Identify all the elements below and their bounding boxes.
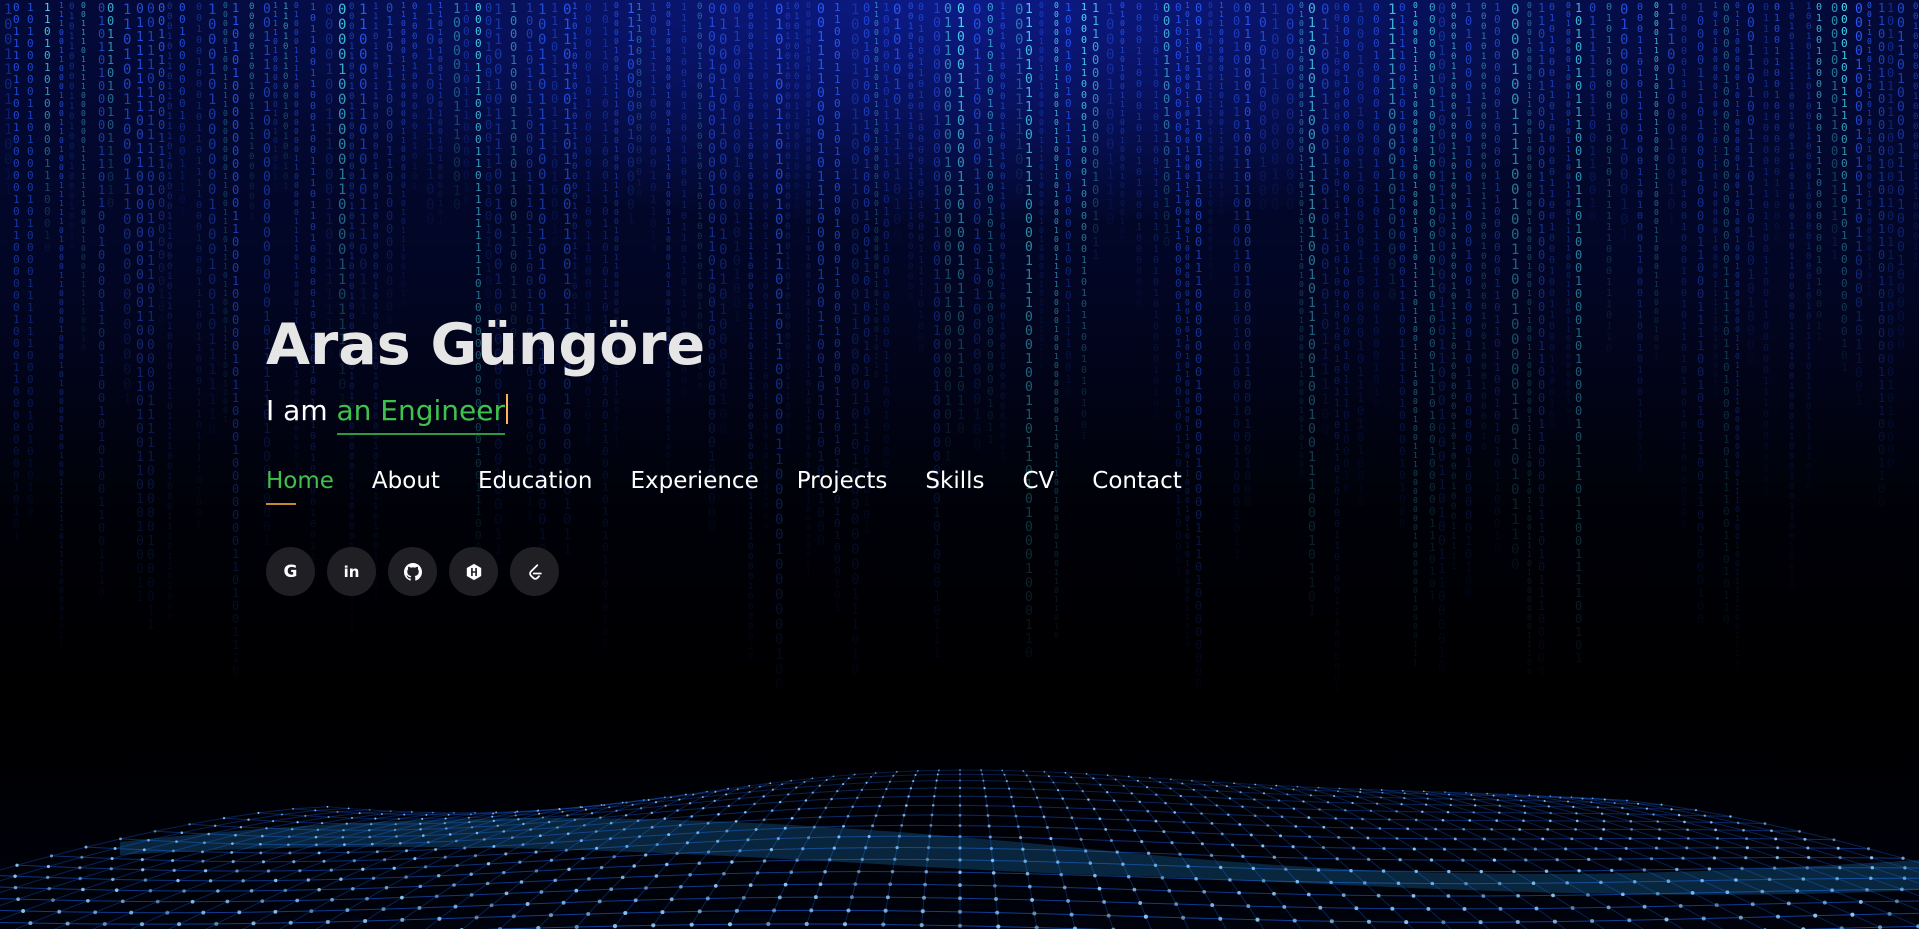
google-icon: G <box>284 562 298 582</box>
hackerrank-icon <box>466 563 481 580</box>
tagline-prefix: I am <box>266 394 337 427</box>
nav-item-about[interactable]: About <box>372 465 440 497</box>
nav-item-cv[interactable]: CV <box>1022 465 1054 497</box>
leetcode-icon <box>528 563 542 580</box>
leetcode-link[interactable] <box>510 547 559 596</box>
hero-background: 1001101110011001110110010000010110000001… <box>0 0 1919 929</box>
nav-item-skills[interactable]: Skills <box>925 465 984 497</box>
github-icon <box>403 562 422 581</box>
hackerrank-link[interactable] <box>449 547 498 596</box>
main-nav: Home About Education Experience Projects… <box>266 465 1266 505</box>
linkedin-link[interactable]: in <box>327 547 376 596</box>
hero-tagline: I am an Engineer <box>266 391 1266 435</box>
typing-cursor <box>506 394 509 424</box>
nav-item-home[interactable]: Home <box>266 465 334 505</box>
github-link[interactable] <box>388 547 437 596</box>
social-links: G in <box>266 547 1266 596</box>
tagline-role: an Engineer <box>336 394 506 435</box>
google-link[interactable]: G <box>266 547 315 596</box>
nav-item-projects[interactable]: Projects <box>797 465 888 497</box>
linkedin-icon: in <box>344 563 360 581</box>
hero-name: Aras Güngöre <box>266 305 1266 385</box>
hero-section: Aras Güngöre I am an Engineer Home About… <box>266 305 1266 596</box>
nav-item-education[interactable]: Education <box>478 465 593 497</box>
nav-item-contact[interactable]: Contact <box>1092 465 1181 497</box>
nav-item-experience[interactable]: Experience <box>630 465 758 497</box>
